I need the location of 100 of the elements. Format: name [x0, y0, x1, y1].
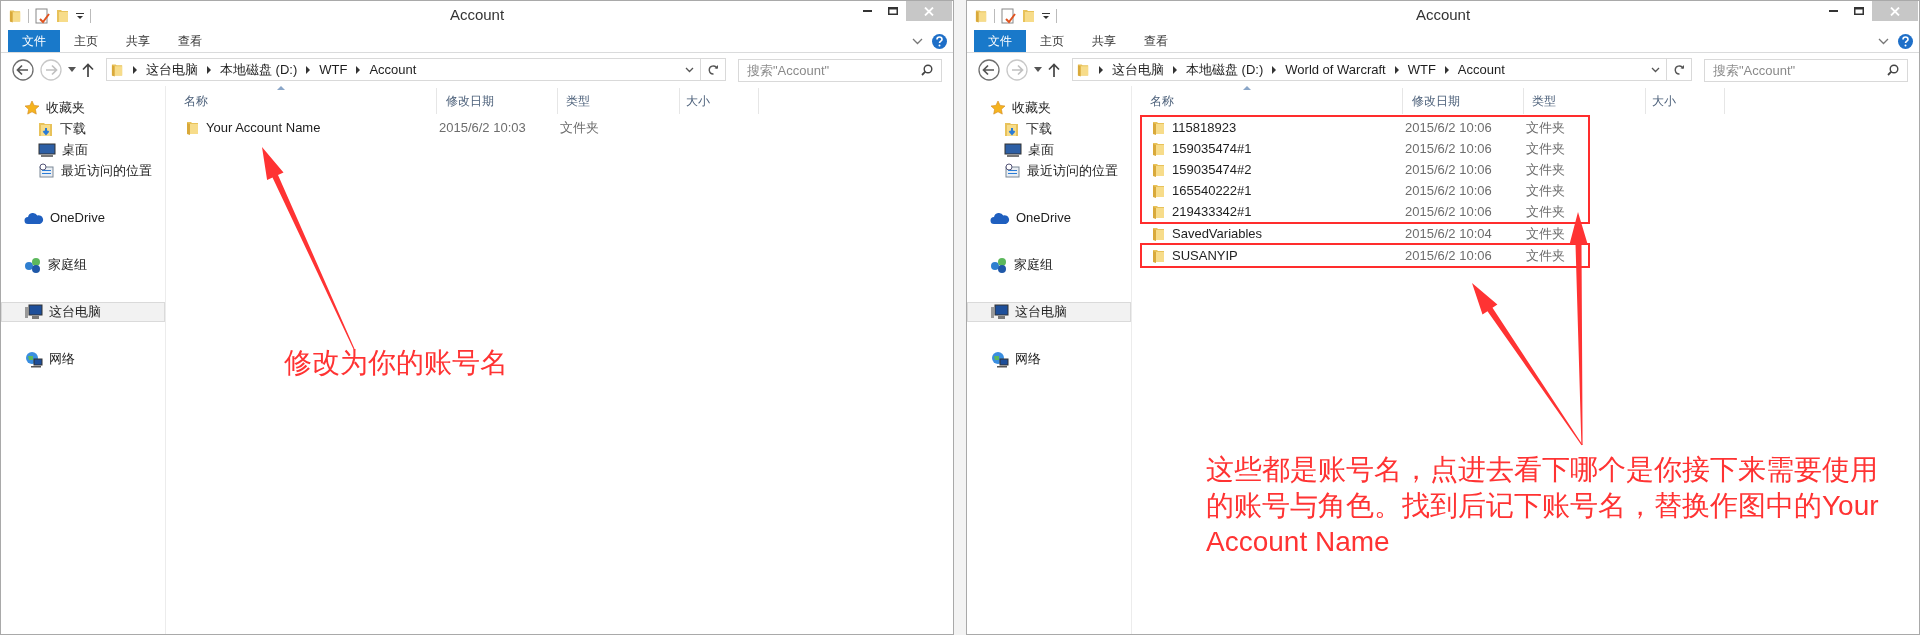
column-header[interactable]: 名称 — [166, 88, 437, 114]
properties-icon[interactable] — [1001, 7, 1016, 24]
sidebar-item[interactable]: 网络 — [967, 349, 1131, 369]
ribbon-tab[interactable]: 查看 — [1130, 30, 1182, 52]
help-icon[interactable] — [1898, 33, 1913, 49]
column-header[interactable]: 大小 — [1646, 88, 1725, 114]
up-arrow-icon[interactable] — [1048, 62, 1060, 77]
folder-icon — [111, 62, 124, 77]
folder-icon — [1152, 141, 1166, 156]
back-button[interactable] — [978, 58, 1000, 81]
ribbon-tab[interactable]: 主页 — [1026, 30, 1078, 52]
file-name[interactable]: SUSANYIP — [1172, 245, 1238, 266]
breadcrumb[interactable]: 这台电脑 — [146, 59, 198, 80]
sidebar-item[interactable]: 家庭组 — [1, 255, 165, 275]
folder-icon — [1077, 62, 1090, 77]
minimize-icon — [862, 10, 872, 12]
chevron-right-icon — [355, 65, 362, 74]
recent-places-icon — [38, 162, 55, 180]
sidebar-item[interactable]: 最近访问的位置 — [967, 161, 1131, 181]
modified-date: 2015/6/2 10:04 — [1404, 224, 1493, 243]
help-icon[interactable] — [932, 33, 947, 49]
sort-arrow-icon — [277, 86, 285, 90]
refresh-icon — [707, 63, 719, 76]
chevron-right-icon — [305, 65, 312, 74]
search-icon — [921, 63, 933, 76]
back-button[interactable] — [12, 58, 34, 81]
sidebar-item[interactable]: 这台电脑 — [1, 302, 165, 322]
window-title: Account — [449, 5, 505, 26]
monitor-icon — [38, 143, 56, 157]
refresh-icon — [1673, 63, 1685, 76]
breadcrumb[interactable]: 本地磁盘 (D:) — [220, 59, 298, 80]
folder-icon — [1152, 204, 1166, 219]
recent-locations-caret-icon[interactable] — [1034, 67, 1042, 72]
breadcrumb[interactable]: Account — [369, 59, 417, 80]
breadcrumb[interactable]: WTF — [1407, 59, 1436, 80]
annotation-note: 修改为你的账号名 — [284, 346, 509, 380]
chevron-down-icon[interactable] — [912, 37, 923, 45]
sidebar-item[interactable]: 这台电脑 — [967, 302, 1131, 322]
sidebar-item[interactable]: 收藏夹 — [1, 98, 165, 118]
breadcrumb[interactable]: 这台电脑 — [1112, 59, 1164, 80]
chevron-right-icon — [1271, 65, 1278, 74]
sidebar-item[interactable]: OneDrive — [967, 208, 1131, 228]
file-name[interactable]: 165540222#1 — [1172, 180, 1252, 201]
file-type: 文件夹 — [1525, 118, 1565, 137]
column-header[interactable]: 大小 — [680, 88, 759, 114]
ribbon-tab[interactable]: 查看 — [164, 30, 216, 52]
chevron-right-icon — [1098, 65, 1104, 74]
breadcrumb[interactable]: WTF — [319, 59, 348, 80]
up-arrow-icon[interactable] — [82, 62, 94, 77]
folder-icon — [975, 8, 988, 23]
column-header[interactable]: 名称 — [1132, 88, 1403, 114]
column-header[interactable]: 类型 — [558, 88, 680, 114]
folder-icon — [1152, 248, 1166, 263]
sidebar-item[interactable]: 网络 — [1, 349, 165, 369]
file-type: 文件夹 — [1525, 139, 1565, 158]
folder-icon — [1152, 120, 1166, 135]
column-header[interactable]: 修改日期 — [437, 88, 558, 114]
ribbon-tab[interactable]: 共享 — [1078, 30, 1130, 52]
maximize-icon — [888, 7, 898, 15]
dropdown-icon[interactable] — [1042, 11, 1050, 20]
sidebar-item[interactable]: 下载 — [967, 119, 1131, 139]
properties-icon[interactable] — [35, 7, 50, 24]
chevron-down-icon[interactable] — [1878, 37, 1889, 45]
cloud-icon — [24, 211, 44, 225]
dropdown-icon[interactable] — [76, 11, 84, 20]
file-menu-tab[interactable]: 文件 — [974, 30, 1026, 52]
address-bar[interactable]: 这台电脑 本地磁盘 (D:) WTF Account — [106, 58, 726, 81]
search-field[interactable]: 搜索"Account" — [1704, 58, 1908, 82]
file-name[interactable]: Your Account Name — [206, 117, 321, 138]
file-name[interactable]: 115818923 — [1172, 117, 1237, 138]
breadcrumb[interactable]: 本地磁盘 (D:) — [1186, 59, 1264, 80]
sidebar-item[interactable]: 收藏夹 — [967, 98, 1131, 118]
sidebar-item[interactable]: 最近访问的位置 — [1, 161, 165, 181]
chevron-down-icon[interactable] — [685, 66, 694, 73]
file-name[interactable]: 159035474#2 — [1172, 159, 1252, 180]
chevron-down-icon[interactable] — [1651, 66, 1660, 73]
sidebar-item[interactable]: 桌面 — [1, 140, 165, 160]
sidebar-item[interactable]: OneDrive — [1, 208, 165, 228]
file-name[interactable]: 159035474#1 — [1172, 138, 1252, 159]
sidebar-item[interactable]: 下载 — [1, 119, 165, 139]
column-header[interactable]: 修改日期 — [1403, 88, 1524, 114]
search-field[interactable]: 搜索"Account" — [738, 58, 942, 82]
recent-locations-caret-icon[interactable] — [68, 67, 76, 72]
chevron-right-icon — [1393, 65, 1400, 74]
monitor-icon — [1004, 143, 1022, 157]
column-header[interactable]: 类型 — [1524, 88, 1646, 114]
breadcrumb[interactable]: World of Warcraft — [1285, 59, 1386, 80]
sidebar-item[interactable]: 桌面 — [967, 140, 1131, 160]
folder-icon — [9, 8, 22, 23]
file-name[interactable]: 219433342#1 — [1172, 201, 1252, 222]
download-folder-icon — [38, 120, 54, 138]
sidebar-item[interactable]: 家庭组 — [967, 255, 1131, 275]
file-menu-tab[interactable]: 文件 — [8, 30, 60, 52]
address-bar[interactable]: 这台电脑 本地磁盘 (D:) World of Warcraft WTF Account — [1072, 58, 1692, 81]
modified-date: 2015/6/2 10:06 — [1404, 160, 1493, 179]
modified-date: 2015/6/2 10:06 — [1404, 118, 1493, 137]
breadcrumb[interactable]: Account — [1457, 59, 1505, 80]
file-name[interactable]: SavedVariables — [1172, 223, 1263, 244]
ribbon-tab[interactable]: 主页 — [60, 30, 112, 52]
ribbon-tab[interactable]: 共享 — [112, 30, 164, 52]
